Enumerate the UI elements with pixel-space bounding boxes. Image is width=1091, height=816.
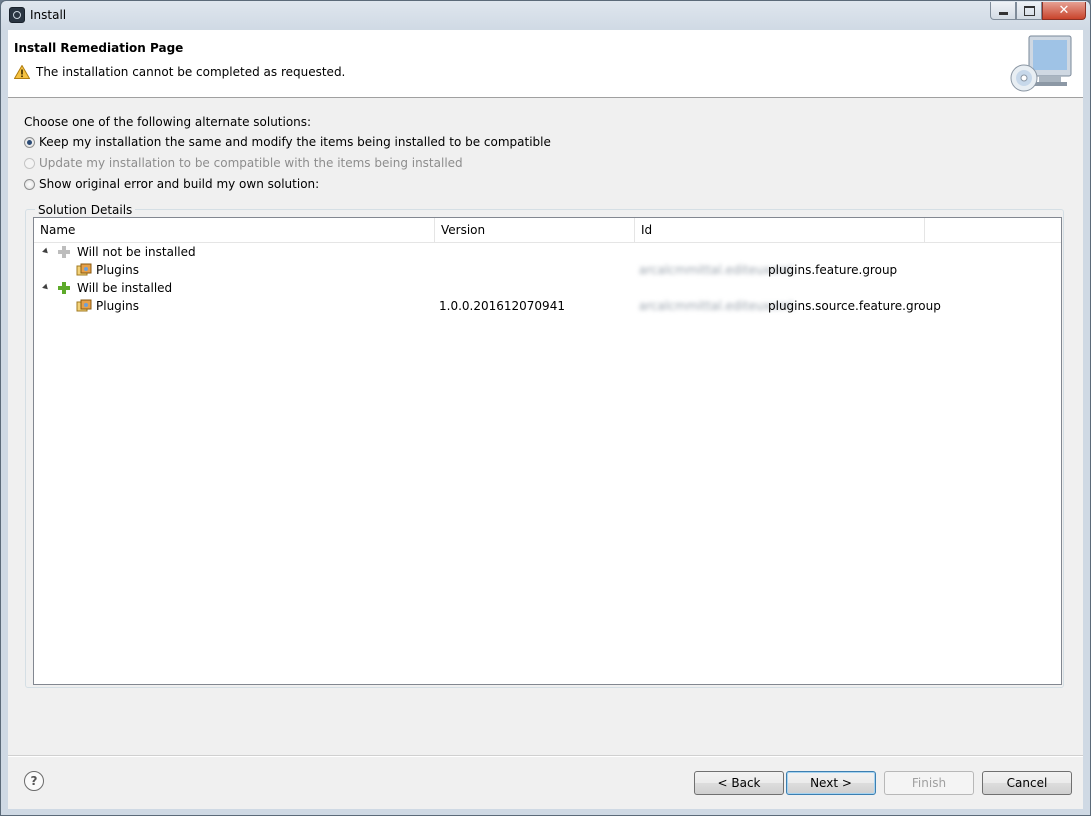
title-bar[interactable]: Install ✕ bbox=[1, 1, 1090, 29]
row-name: Plugins bbox=[96, 263, 139, 277]
back-button[interactable]: < Back bbox=[694, 771, 784, 795]
add-icon bbox=[58, 282, 70, 294]
dialog-client: Install Remediation Page The installatio… bbox=[8, 30, 1083, 809]
tree-row-will-be-installed[interactable]: Will be installed bbox=[34, 279, 1061, 297]
option-label: Keep my installation the same and modify… bbox=[39, 135, 551, 149]
tree-row-will-not-be-installed[interactable]: Will not be installed bbox=[34, 243, 1061, 261]
row-name: Plugins bbox=[96, 299, 139, 313]
radio-button bbox=[24, 157, 35, 169]
wizard-banner: Install Remediation Page The installatio… bbox=[8, 30, 1083, 98]
radio-button[interactable] bbox=[24, 178, 35, 190]
tree-row-plugins[interactable]: Plugins arcalcmmittal.editeuxxml. plugin… bbox=[34, 261, 1061, 279]
close-icon: ✕ bbox=[1058, 3, 1070, 18]
collapse-icon[interactable] bbox=[42, 283, 50, 292]
solutions-prompt: Choose one of the following alternate so… bbox=[24, 115, 312, 129]
add-disabled-icon bbox=[58, 246, 70, 258]
solution-details-label: Solution Details bbox=[35, 203, 136, 217]
window-title: Install bbox=[30, 8, 67, 22]
footer-separator bbox=[8, 755, 1083, 757]
install-computer-icon bbox=[1010, 35, 1072, 92]
finish-button: Finish bbox=[884, 771, 974, 795]
window-controls: ✕ bbox=[990, 2, 1086, 22]
install-window: Install ✕ Install Remediation Page The i… bbox=[0, 0, 1091, 816]
cancel-button[interactable]: Cancel bbox=[982, 771, 1072, 795]
app-icon bbox=[9, 7, 25, 23]
plugin-feature-icon bbox=[76, 299, 92, 312]
row-name: Will not be installed bbox=[77, 245, 196, 259]
option-label: Update my installation to be compatible … bbox=[39, 156, 463, 170]
radio-button[interactable] bbox=[24, 136, 35, 148]
tree-row-plugins[interactable]: Plugins 1.0.0.201612070941 arcalcmmittal… bbox=[34, 297, 1061, 315]
column-version[interactable]: Version bbox=[435, 218, 635, 242]
tree-header: Name Version Id bbox=[34, 218, 1061, 243]
page-title: Install Remediation Page bbox=[14, 41, 184, 55]
column-name[interactable]: Name bbox=[34, 218, 435, 242]
solution-details-tree[interactable]: Name Version Id Will not be installed Pl… bbox=[33, 217, 1062, 685]
plugin-feature-icon bbox=[76, 263, 92, 276]
option-update-installation: Update my installation to be compatible … bbox=[24, 156, 463, 170]
close-button[interactable]: ✕ bbox=[1042, 2, 1086, 20]
column-id[interactable]: Id bbox=[635, 218, 925, 242]
help-icon[interactable]: ? bbox=[24, 771, 44, 791]
maximize-button[interactable] bbox=[1016, 2, 1042, 20]
row-id: plugins.feature.group bbox=[768, 263, 898, 277]
maximize-icon bbox=[1023, 5, 1035, 16]
minimize-icon bbox=[998, 12, 1008, 15]
option-label: Show original error and build my own sol… bbox=[39, 177, 320, 191]
collapse-icon[interactable] bbox=[42, 247, 50, 256]
option-show-original-error[interactable]: Show original error and build my own sol… bbox=[24, 177, 319, 191]
row-id: plugins.source.feature.group bbox=[768, 299, 941, 313]
minimize-button[interactable] bbox=[990, 2, 1016, 20]
banner-message: The installation cannot be completed as … bbox=[36, 65, 346, 79]
row-version: 1.0.0.201612070941 bbox=[439, 299, 565, 313]
warning-icon bbox=[14, 65, 30, 79]
row-name: Will be installed bbox=[77, 281, 173, 295]
next-button[interactable]: Next > bbox=[786, 771, 876, 795]
option-keep-installation[interactable]: Keep my installation the same and modify… bbox=[24, 135, 551, 149]
